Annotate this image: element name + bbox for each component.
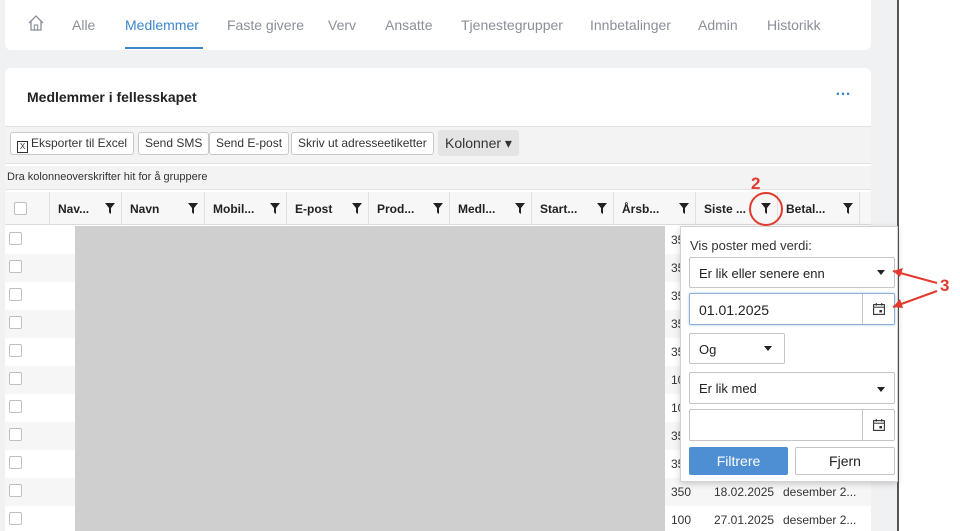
annotation-label-3: 3 xyxy=(940,276,950,295)
annotation-circle xyxy=(749,192,783,226)
annotation-arrowhead xyxy=(893,268,903,277)
annotation-label-2: 2 xyxy=(751,174,761,193)
annotation-arrowhead xyxy=(893,299,903,308)
annotation-overlay xyxy=(749,192,938,308)
